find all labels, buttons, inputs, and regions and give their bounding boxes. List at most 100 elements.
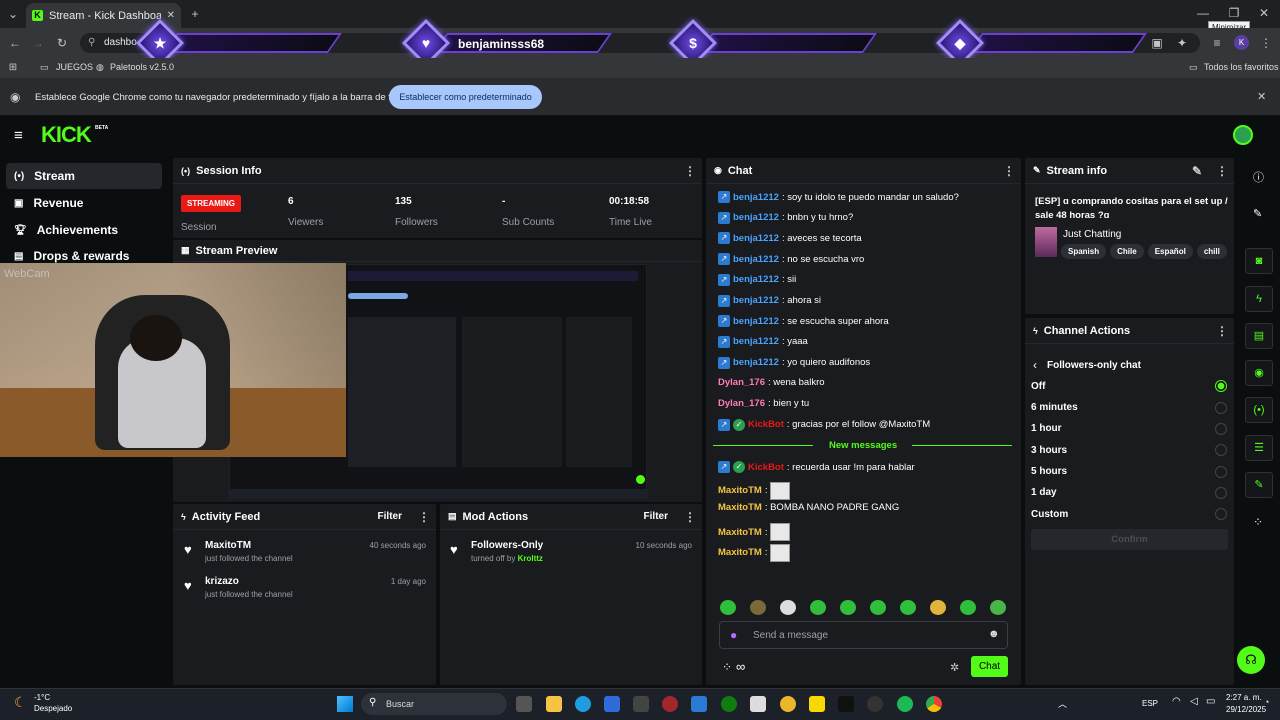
dots-icon[interactable]: ⁘ (1253, 515, 1263, 529)
apps-icon[interactable]: ⊞ (6, 61, 20, 75)
store-icon[interactable] (691, 696, 707, 712)
chat-username[interactable]: benja1212 (733, 357, 779, 368)
emote-icon[interactable] (990, 600, 1006, 615)
more-icon[interactable]: ⋮ (418, 510, 430, 524)
app-icon[interactable] (780, 696, 796, 712)
app-icon[interactable] (633, 696, 649, 712)
close-infobar-icon[interactable]: ✕ (1257, 90, 1266, 103)
option-5-hours[interactable]: 5 hours (1031, 466, 1067, 477)
support-headset-icon[interactable]: ☊ (1237, 646, 1265, 674)
settings-dots-icon[interactable]: ⁘ (722, 660, 732, 674)
emote-icon[interactable] (840, 600, 856, 615)
chat-username[interactable]: MaxitoTM (718, 547, 762, 558)
app-icon[interactable] (750, 696, 766, 712)
radio-custom[interactable] (1215, 508, 1227, 520)
new-tab-icon[interactable]: + (188, 7, 202, 21)
option-6-minutes[interactable]: 6 minutes (1031, 402, 1078, 413)
mic-icon[interactable]: ● (730, 628, 737, 642)
forward-icon[interactable]: → (31, 36, 45, 50)
radio-1-day[interactable] (1215, 487, 1227, 499)
app-icon[interactable] (662, 696, 678, 712)
tab-close-icon[interactable]: ✕ (167, 10, 175, 21)
tiktok-icon[interactable] (838, 696, 854, 712)
more-icon[interactable]: ⋮ (684, 510, 696, 524)
set-default-button[interactable]: Establecer como predeterminado (389, 85, 542, 109)
rail-list-icon[interactable]: ☰ (1245, 435, 1273, 461)
rail-wrench-icon[interactable]: ✎ (1245, 472, 1273, 498)
close-window-icon[interactable]: ✕ (1257, 6, 1271, 20)
rail-broadcast-icon[interactable]: (•) (1245, 397, 1273, 423)
sidebar-item-achievements[interactable]: 🏆︎ Achievements (6, 217, 162, 243)
pencil-icon[interactable]: ✎ (1253, 207, 1262, 220)
option-3-hours[interactable]: 3 hours (1031, 445, 1067, 456)
tag[interactable]: Español (1147, 244, 1193, 259)
radio-5-hours[interactable] (1215, 466, 1227, 478)
activity-user[interactable]: MaxitoTM (205, 540, 251, 551)
chat-username[interactable]: benja1212 (733, 274, 779, 285)
infinity-icon[interactable]: ∞ (736, 659, 745, 674)
puzzle-icon[interactable]: ✦ (1175, 36, 1189, 50)
sticky-notes-icon[interactable] (809, 696, 825, 712)
tab-search-icon[interactable]: ⌄ (6, 7, 20, 21)
weather-temp[interactable]: -1°C (34, 693, 50, 702)
option-1-day[interactable]: 1 day (1031, 487, 1057, 498)
emote-icon[interactable] (930, 600, 946, 615)
volume-icon[interactable]: ◁ (1190, 696, 1198, 707)
media-icon[interactable]: ≡ (1210, 36, 1224, 50)
chat-username[interactable]: benja1212 (733, 192, 779, 203)
filter-button[interactable]: Filter (644, 511, 668, 522)
battery-icon[interactable]: ▭ (1206, 696, 1215, 707)
windows-start-icon[interactable] (337, 696, 353, 712)
chat-username[interactable]: benja1212 (733, 233, 779, 244)
edit-icon[interactable]: ✎ (1192, 164, 1202, 178)
clock-date[interactable]: 29/12/2025 (1226, 705, 1266, 714)
chat-username[interactable]: MaxitoTM (718, 502, 762, 513)
bookmark-paletools[interactable]: Paletools v2.5.0 (110, 62, 174, 72)
taskbar-search[interactable]: ⚲ Buscar (361, 693, 507, 715)
emote-icon[interactable] (900, 600, 916, 615)
tray-chevron-icon[interactable]: ︿ (1058, 697, 1067, 710)
emoji-icon[interactable]: ☻ (988, 628, 1000, 640)
chat-username[interactable]: KickBot (748, 419, 784, 430)
kick-logo[interactable]: KICK (41, 122, 92, 148)
emote-icon[interactable] (810, 600, 826, 615)
activity-user[interactable]: krizazo (205, 576, 239, 587)
xbox-icon[interactable] (721, 696, 737, 712)
chat-username[interactable]: benja1212 (733, 336, 779, 347)
profile-avatar[interactable]: K (1234, 35, 1249, 50)
mod-action-user[interactable]: Krolttz (518, 554, 543, 563)
filter-button[interactable]: Filter (378, 511, 402, 522)
obs-icon[interactable] (867, 696, 883, 712)
option-1-hour[interactable]: 1 hour (1031, 423, 1062, 434)
send-chat-button[interactable]: Chat (971, 656, 1008, 677)
more-icon[interactable]: ⋮ (684, 164, 696, 178)
tag[interactable]: Spanish (1061, 244, 1107, 259)
chat-username[interactable]: KickBot (748, 462, 784, 473)
emote-icon[interactable] (780, 600, 796, 615)
more-icon[interactable]: ⋮ (1216, 324, 1228, 338)
minimize-icon[interactable]: — (1196, 6, 1210, 20)
gear-icon[interactable]: ✲ (950, 661, 959, 674)
emote-icon[interactable] (960, 600, 976, 615)
chat-username[interactable]: MaxitoTM (718, 485, 762, 496)
category-name[interactable]: Just Chatting (1063, 229, 1121, 240)
reload-icon[interactable]: ↻ (55, 36, 69, 50)
sidebar-item-stream[interactable]: (•) Stream (6, 163, 162, 189)
sidebar-item-revenue[interactable]: ▣ Revenue (6, 190, 162, 216)
chat-username[interactable]: benja1212 (733, 212, 779, 223)
weather-desc[interactable]: Despejado (34, 704, 72, 713)
file-explorer-icon[interactable] (546, 696, 562, 712)
chat-input[interactable]: ● Send a message ☻ (719, 621, 1008, 649)
menu-icon[interactable]: ⋮ (1259, 36, 1273, 50)
tag[interactable]: Chile (1110, 244, 1144, 259)
chat-username[interactable]: benja1212 (733, 254, 779, 265)
chat-username[interactable]: benja1212 (733, 316, 779, 327)
spotify-icon[interactable] (897, 696, 913, 712)
all-bookmarks[interactable]: Todos los favoritos (1204, 62, 1279, 72)
radio-6-minutes[interactable] (1215, 402, 1227, 414)
chat-username[interactable]: Dylan_176 (718, 377, 765, 388)
chat-username[interactable]: benja1212 (733, 295, 779, 306)
back-icon[interactable]: ← (8, 36, 22, 50)
back-chevron-icon[interactable]: ‹ (1033, 358, 1037, 372)
rail-document-icon[interactable]: ▤ (1245, 323, 1273, 349)
